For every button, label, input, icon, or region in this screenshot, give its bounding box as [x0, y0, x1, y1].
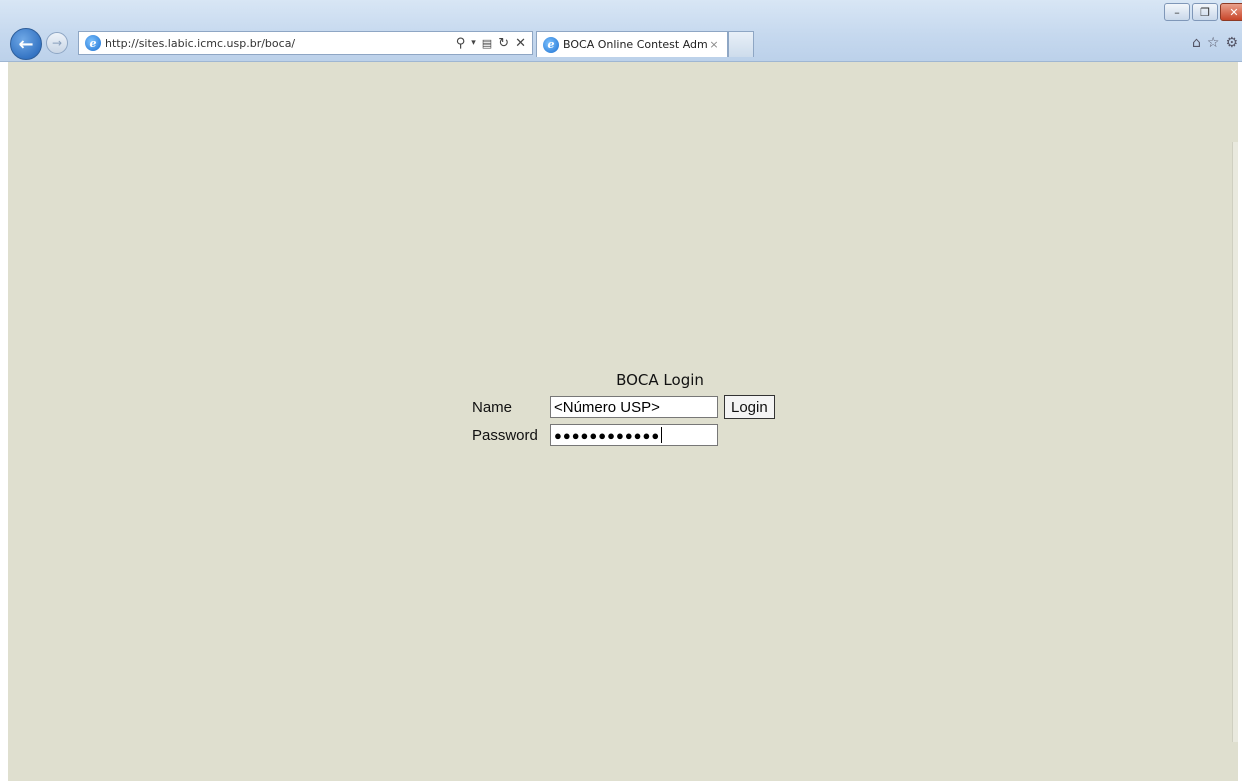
tab-title: BOCA Online Contest Adm... — [563, 38, 707, 51]
back-button[interactable]: ← — [10, 28, 42, 60]
home-icon[interactable]: ⌂ — [1192, 35, 1201, 51]
name-row: Name <Número USP> Login — [472, 393, 792, 421]
page-content: BOCA Login Name <Número USP> Login Passw… — [8, 62, 1238, 781]
login-title: BOCA Login — [616, 371, 704, 389]
settings-icon[interactable]: ⚙ — [1225, 35, 1238, 51]
browser-window: – ❐ ✕ ← → e http://sites.labic.icmc.usp.… — [0, 0, 1242, 781]
password-row: Password ●●●●●●●●●●●● — [472, 421, 792, 449]
compat-icon[interactable]: ▤ — [482, 37, 492, 50]
address-tools: ⚲ ▾ ▤ ↻ ✕ — [456, 36, 532, 51]
stop-icon[interactable]: ✕ — [515, 36, 526, 51]
window-controls: – ❐ ✕ — [1162, 3, 1242, 21]
minimize-icon[interactable]: – — [1164, 3, 1190, 21]
address-bar[interactable]: e http://sites.labic.icmc.usp.br/boca/ ⚲… — [78, 31, 533, 55]
restore-icon[interactable]: ❐ — [1192, 3, 1218, 21]
tab-favicon-icon: e — [543, 36, 559, 53]
text-cursor — [661, 427, 663, 443]
password-label: Password — [472, 426, 538, 444]
search-icon[interactable]: ⚲ — [456, 36, 466, 51]
close-icon[interactable]: ✕ — [1220, 3, 1242, 21]
forward-button[interactable]: → — [46, 32, 68, 54]
browser-right-icons: ⌂ ☆ ⚙ — [1192, 35, 1238, 51]
arrow-left-icon: ← — [18, 33, 34, 55]
favorites-icon[interactable]: ☆ — [1207, 35, 1220, 51]
ie-logo-icon: e — [85, 35, 101, 51]
name-input[interactable]: <Número USP> — [550, 396, 718, 418]
refresh-icon[interactable]: ↻ — [498, 36, 509, 51]
browser-chrome: – ❐ ✕ ← → e http://sites.labic.icmc.usp.… — [0, 0, 1242, 62]
password-input[interactable]: ●●●●●●●●●●●● — [550, 424, 718, 446]
name-label: Name — [472, 398, 513, 416]
tab-close-icon[interactable]: × — [707, 38, 721, 51]
new-tab-button[interactable] — [728, 31, 754, 57]
password-mask: ●●●●●●●●●●●● — [554, 427, 661, 443]
address-url[interactable]: http://sites.labic.icmc.usp.br/boca/ — [105, 37, 456, 50]
tab-boca[interactable]: e BOCA Online Contest Adm... × — [536, 31, 728, 57]
scrollbar[interactable] — [1232, 142, 1238, 742]
login-button[interactable]: Login — [724, 395, 775, 419]
dropdown-icon[interactable]: ▾ — [471, 38, 476, 48]
login-form: BOCA Login Name <Número USP> Login Passw… — [472, 371, 792, 449]
arrow-right-icon: → — [51, 36, 63, 50]
